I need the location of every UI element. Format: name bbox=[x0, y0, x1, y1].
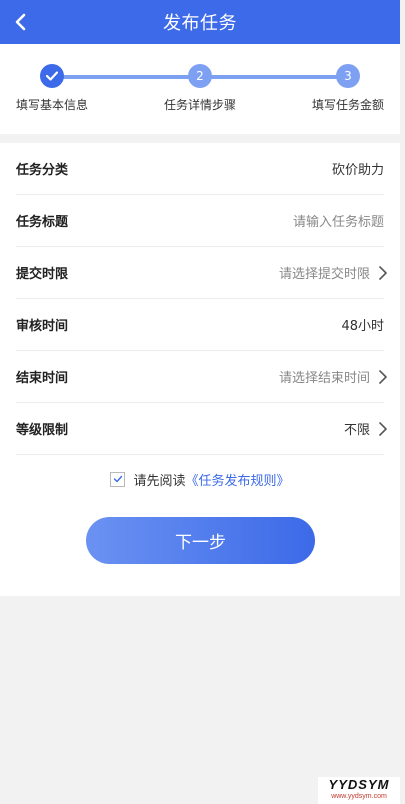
app-header: 发布任务 bbox=[0, 0, 400, 44]
agreement-row: 请先阅读 《任务发布规则》 bbox=[0, 468, 400, 490]
end-time-label: 结束时间 bbox=[16, 371, 69, 386]
check-icon bbox=[113, 475, 123, 483]
check-icon bbox=[45, 71, 59, 81]
level-limit-label: 等级限制 bbox=[16, 423, 69, 438]
chevron-right-icon bbox=[379, 421, 387, 436]
agreement-prefix: 请先阅读 bbox=[133, 473, 186, 489]
watermark-url: www.yydsym.com bbox=[331, 793, 387, 800]
chevron-right-icon bbox=[379, 265, 387, 280]
step-progress: 2 3 填写基本信息 任务详情步骤 填写任务金额 bbox=[0, 44, 400, 134]
step-1-label: 填写基本信息 bbox=[16, 98, 89, 112]
step-2-label: 任务详情步骤 bbox=[164, 98, 237, 112]
title-label: 任务标题 bbox=[16, 215, 69, 230]
form-row-review-time: 审核时间 48小时 bbox=[16, 299, 384, 351]
task-form: 任务分类 砍价助力 任务标题 请输入任务标题 提交时限 请选择提交时限 审核时间… bbox=[0, 143, 400, 596]
chevron-right-icon bbox=[379, 369, 387, 384]
form-row-level-limit[interactable]: 等级限制 不限 bbox=[16, 403, 387, 455]
submit-deadline-label: 提交时限 bbox=[16, 267, 69, 282]
chevron-left-icon bbox=[15, 13, 26, 31]
category-value: 砍价助力 bbox=[331, 163, 384, 178]
form-row-title: 任务标题 请输入任务标题 bbox=[16, 195, 384, 247]
level-limit-value: 不限 bbox=[343, 423, 370, 438]
title-input[interactable]: 请输入任务标题 bbox=[293, 211, 384, 230]
submit-deadline-placeholder: 请选择提交时限 bbox=[278, 267, 370, 282]
form-row-submit-deadline[interactable]: 提交时限 请选择提交时限 bbox=[16, 247, 387, 299]
page-title: 发布任务 bbox=[163, 13, 237, 34]
next-step-button[interactable]: 下一步 bbox=[86, 517, 315, 564]
form-row-end-time[interactable]: 结束时间 请选择结束时间 bbox=[16, 351, 387, 403]
step-3-label: 填写任务金额 bbox=[312, 98, 385, 112]
back-button[interactable] bbox=[10, 11, 32, 33]
end-time-placeholder: 请选择结束时间 bbox=[278, 371, 370, 386]
task-rules-link[interactable]: 《任务发布规则》 bbox=[186, 470, 290, 489]
step-2-number: 2 bbox=[188, 64, 212, 88]
step-1-done bbox=[40, 64, 64, 88]
category-label: 任务分类 bbox=[16, 163, 69, 178]
form-row-category[interactable]: 任务分类 砍价助力 bbox=[16, 143, 384, 195]
watermark-brand: YYDSYM bbox=[328, 777, 390, 792]
review-time-label: 审核时间 bbox=[16, 319, 69, 334]
watermark-logo: YYDSYM www.yydsym.com bbox=[318, 777, 400, 804]
step-3-number: 3 bbox=[336, 64, 360, 88]
review-time-value: 48小时 bbox=[341, 319, 384, 334]
agreement-checkbox[interactable] bbox=[110, 471, 126, 487]
